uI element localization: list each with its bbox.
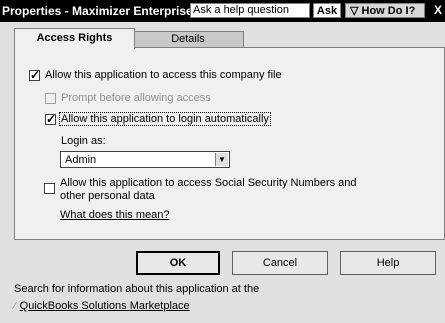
help-question-input[interactable]: Ask a help question xyxy=(190,3,310,18)
tab-access-rights[interactable]: Access Rights xyxy=(14,28,135,49)
close-icon[interactable]: X xyxy=(434,3,442,17)
ssn-label-line1: Allow this application to access Social … xyxy=(60,177,357,189)
help-button[interactable]: Help xyxy=(340,251,436,275)
ask-button[interactable]: Ask xyxy=(313,3,341,18)
ssn-checkbox[interactable] xyxy=(44,183,55,194)
prompt-checkbox[interactable] xyxy=(45,93,56,104)
allow-access-checkbox[interactable] xyxy=(29,68,40,82)
link-icon: ⁄ xyxy=(14,301,16,312)
cancel-button[interactable]: Cancel xyxy=(232,251,328,275)
login-as-label: Login as: xyxy=(61,135,106,147)
tab-details[interactable]: Details xyxy=(132,31,244,48)
chevron-down-icon[interactable]: ▼ xyxy=(215,153,228,166)
prompt-label: Prompt before allowing access xyxy=(61,92,211,104)
login-as-value: Admin xyxy=(65,154,97,166)
window-title: Properties - Maximizer Enterprise xyxy=(2,4,193,18)
ok-button[interactable]: OK xyxy=(136,251,220,275)
login-auto-checkbox[interactable] xyxy=(45,112,56,126)
marketplace-row: ⁄ QuickBooks Solutions Marketplace xyxy=(14,300,190,312)
login-auto-label: Allow this application to login automati… xyxy=(59,112,271,126)
allow-access-label: Allow this application to access this co… xyxy=(45,69,282,81)
marketplace-link[interactable]: QuickBooks Solutions Marketplace xyxy=(20,300,190,312)
login-as-select[interactable]: Admin ▼ xyxy=(60,151,230,168)
footer-info-text: Search for information about this applic… xyxy=(14,283,260,295)
ssn-label-line2: other personal data xyxy=(60,190,155,202)
how-do-i-button[interactable]: ▽ How Do I? xyxy=(345,3,425,18)
what-does-this-mean-link[interactable]: What does this mean? xyxy=(60,209,169,221)
title-bar: Properties - Maximizer Enterprise Ask a … xyxy=(0,0,445,22)
